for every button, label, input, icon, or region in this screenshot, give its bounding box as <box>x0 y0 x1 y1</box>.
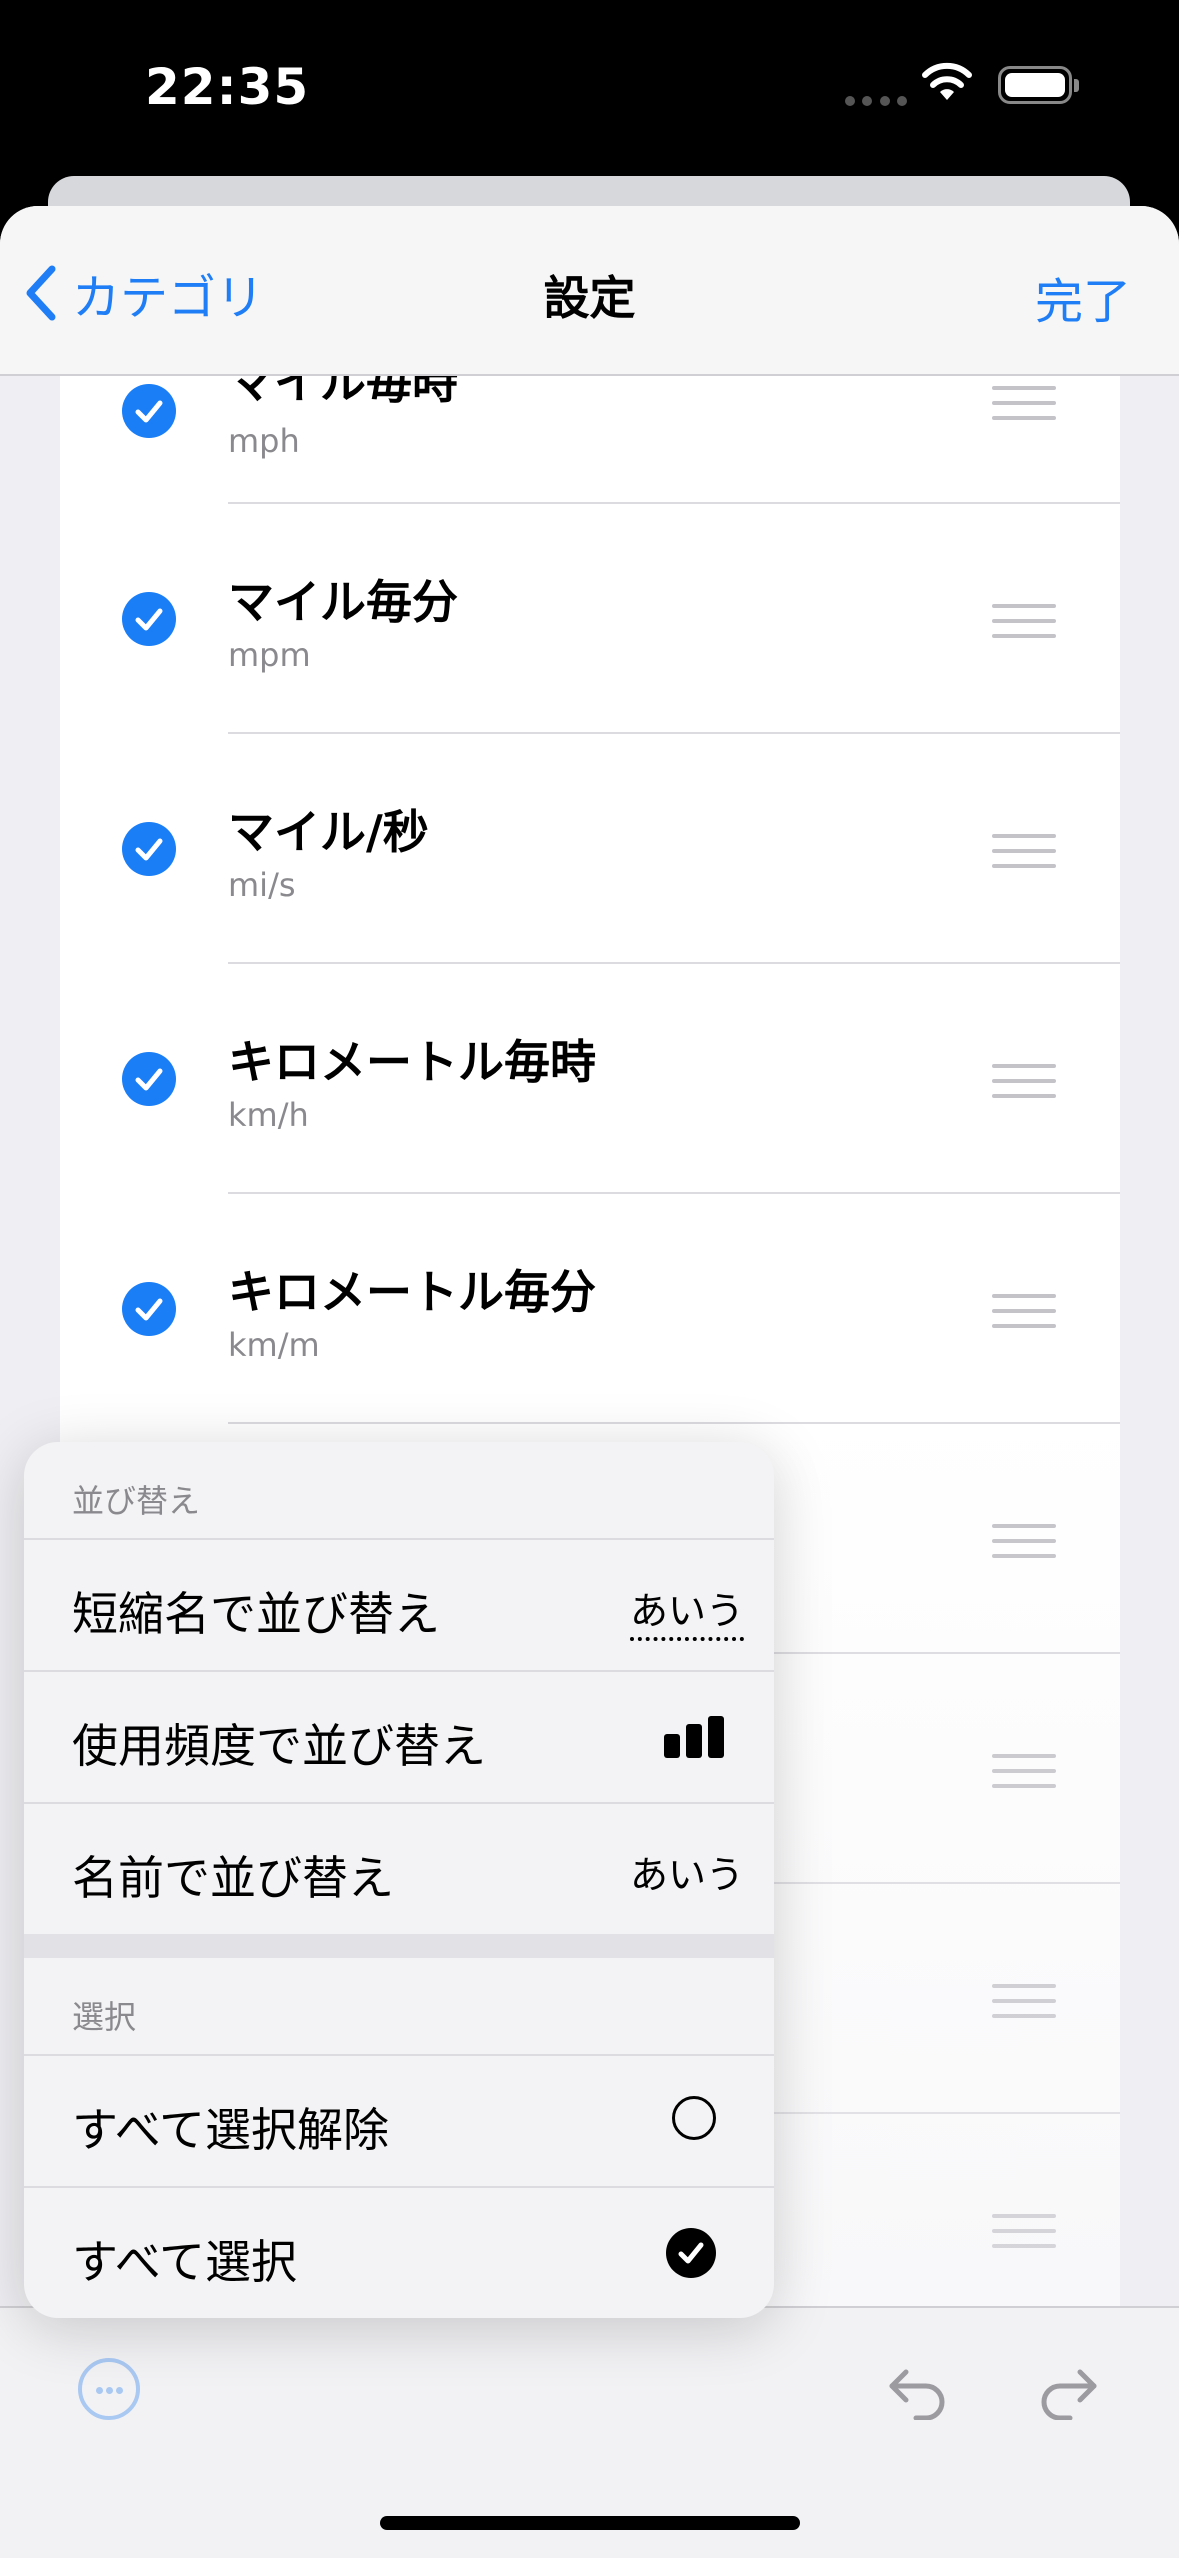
checkmark-circle-icon[interactable] <box>122 384 176 438</box>
row-title: マイル毎分 <box>228 575 458 629</box>
list-item[interactable]: マイル/秒 mi/s <box>60 734 1120 964</box>
ellipsis-circle-icon[interactable] <box>78 2358 140 2420</box>
menu-item-label: 使用頻度で並び替え <box>72 1719 486 1773</box>
row-subtitle: mi/s <box>228 866 296 904</box>
menu-section-header: 選択 <box>24 1958 774 2056</box>
redo-icon[interactable] <box>1036 2364 1100 2424</box>
reorder-handle-icon[interactable] <box>992 604 1056 638</box>
row-title: マイル/秒 <box>228 805 429 859</box>
navigation-bar: カテゴリ 設定 完了 <box>0 206 1179 376</box>
sort-header-label: 並び替え <box>72 1482 201 1520</box>
row-subtitle: km/m <box>228 1326 320 1364</box>
list-item[interactable]: キロメートル毎時 km/h <box>60 964 1120 1194</box>
menu-item-label: すべて選択解除 <box>72 2103 389 2157</box>
reorder-handle-icon[interactable] <box>992 386 1056 420</box>
row-subtitle: km/h <box>228 1096 309 1134</box>
cellular-signal-icon <box>845 96 907 108</box>
status-time: 22:35 <box>145 58 310 116</box>
reorder-handle-icon[interactable] <box>992 834 1056 868</box>
select-header-label: 選択 <box>72 1998 137 2036</box>
undo-icon[interactable] <box>886 2364 950 2424</box>
name-sort-icon: あいう <box>629 1853 744 1897</box>
menu-item-label: すべて選択 <box>72 2235 297 2289</box>
bar-chart-icon <box>664 1716 724 1758</box>
row-subtitle: mph <box>228 422 300 460</box>
sort-by-name-item[interactable]: 名前で並び替え あいう <box>24 1804 774 1934</box>
battery-icon <box>998 66 1079 104</box>
reorder-handle-icon[interactable] <box>992 1064 1056 1098</box>
home-indicator <box>380 2516 800 2530</box>
list-item[interactable]: マイル毎時 mph <box>60 355 1120 504</box>
row-subtitle: mpm <box>228 636 311 674</box>
reorder-handle-icon[interactable] <box>992 1294 1056 1328</box>
reorder-handle-icon[interactable] <box>992 2214 1056 2248</box>
row-title: キロメートル毎分 <box>228 1265 596 1319</box>
reorder-handle-icon[interactable] <box>992 1754 1056 1788</box>
menu-item-label: 短縮名で並び替え <box>72 1587 440 1641</box>
checkmark-circle-icon[interactable] <box>122 822 176 876</box>
wifi-icon <box>920 60 974 108</box>
short-name-sort-icon: あいう <box>629 1580 744 1641</box>
checkmark-circle-icon[interactable] <box>122 592 176 646</box>
checkmark-circle-icon[interactable] <box>122 1052 176 1106</box>
reorder-handle-icon[interactable] <box>992 1524 1056 1558</box>
menu-section-header: 並び替え <box>24 1442 774 1540</box>
checkmark-circle-icon[interactable] <box>122 1282 176 1336</box>
reorder-handle-icon[interactable] <box>992 1984 1056 2018</box>
list-item[interactable]: キロメートル毎分 km/m <box>60 1194 1120 1424</box>
sort-by-short-name-item[interactable]: 短縮名で並び替え あいう <box>24 1540 774 1672</box>
menu-item-label: 名前で並び替え <box>72 1851 394 1905</box>
deselect-all-item[interactable]: すべて選択解除 <box>24 2056 774 2188</box>
row-title: キロメートル毎時 <box>228 1035 596 1089</box>
sort-select-menu: 並び替え 短縮名で並び替え あいう 使用頻度で並び替え 名前で並び替え あいう … <box>24 1442 774 2318</box>
select-all-item[interactable]: すべて選択 <box>24 2188 774 2318</box>
page-title: 設定 <box>543 271 636 325</box>
empty-circle-icon <box>672 2096 716 2140</box>
done-button[interactable]: 完了 <box>1035 262 1131 332</box>
menu-divider <box>24 1934 774 1958</box>
checkmark-circle-icon <box>666 2228 716 2278</box>
list-item[interactable]: マイル毎分 mpm <box>60 504 1120 734</box>
sort-by-usage-item[interactable]: 使用頻度で並び替え <box>24 1672 774 1804</box>
